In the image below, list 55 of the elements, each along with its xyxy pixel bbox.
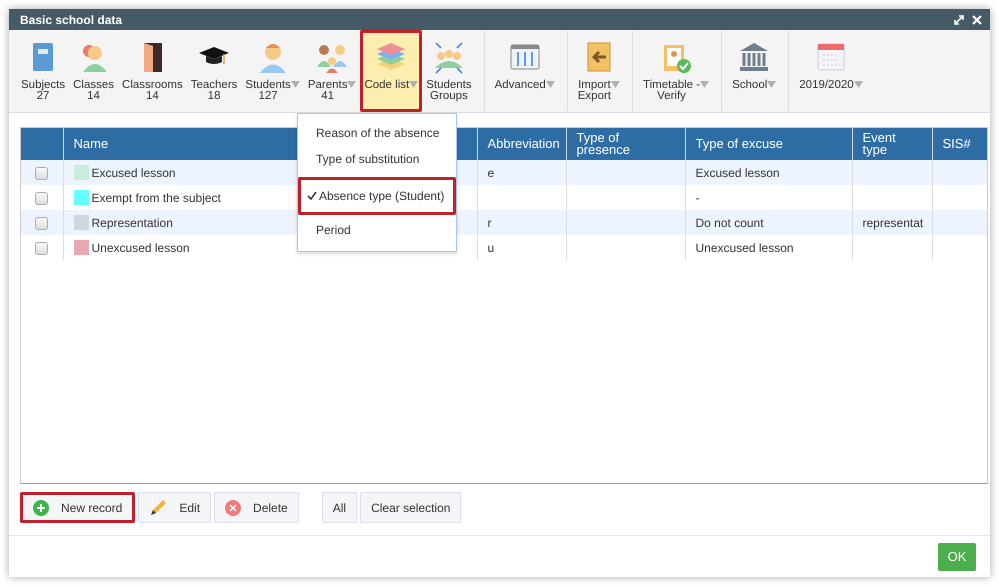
toolbar-button[interactable]: Advanced: [484, 30, 559, 112]
caret-icon: [854, 80, 863, 88]
caret-icon: [700, 80, 710, 88]
table-cell: Excused lesson: [92, 166, 176, 180]
column-header[interactable]: Abbreviation: [477, 128, 566, 160]
row-checkbox[interactable]: [35, 166, 48, 180]
action-button[interactable]: Delete: [214, 492, 299, 523]
add-icon: [33, 500, 49, 516]
row-checkbox[interactable]: [35, 216, 48, 230]
table-cell: Do not count: [696, 216, 764, 230]
menu-item[interactable]: Absence type (Student): [298, 177, 456, 215]
column-header[interactable]: Event type: [852, 128, 932, 160]
delete-icon: [225, 500, 242, 516]
toolbar-button[interactable]: Code list: [360, 30, 422, 112]
pencil-icon: [149, 498, 168, 516]
toolbar-button[interactable]: Classes 14: [69, 30, 118, 112]
toolbar-button[interactable]: 2019/2020: [788, 30, 867, 112]
toolbar-button[interactable]: Import Export: [566, 30, 624, 112]
selection-button[interactable]: Clear selection: [360, 492, 462, 523]
table-cell: u: [488, 240, 494, 254]
table-cell: Unexcused lesson: [92, 240, 190, 254]
check-icon: [307, 191, 317, 201]
caret-icon: [611, 80, 620, 88]
table-cell: representat: [862, 216, 924, 230]
row-checkbox[interactable]: [35, 242, 48, 255]
caret-icon: [290, 80, 300, 88]
table-cell: e: [488, 166, 494, 180]
toolbar-button[interactable]: Timetable - Verify: [632, 30, 714, 112]
toolbar-button[interactable]: Students 127: [241, 30, 304, 112]
table-cell: Unexcused lesson: [696, 240, 794, 254]
toolbar-button[interactable]: Parents 41: [304, 30, 360, 112]
action-button[interactable]: New record: [20, 492, 136, 523]
row-checkbox[interactable]: [35, 192, 48, 205]
toolbar-button[interactable]: Teachers 18: [186, 30, 242, 112]
column-header[interactable]: Type of presence: [566, 128, 685, 160]
toolbar-button[interactable]: Subjects 27: [17, 30, 70, 112]
toolbar-button[interactable]: Students Groups: [422, 30, 476, 112]
toolbar-button[interactable]: School: [721, 30, 780, 112]
caret-icon: [546, 80, 555, 88]
toolbar-button[interactable]: Classrooms 14: [118, 30, 187, 112]
window-title: Basic school data: [20, 12, 124, 26]
column-header[interactable]: Type of excuse: [685, 128, 852, 160]
table-cell: Representation: [92, 216, 173, 230]
expand-icon[interactable]: [954, 14, 964, 24]
table-cell: r: [488, 216, 492, 230]
close-icon[interactable]: [972, 14, 982, 24]
action-button[interactable]: Edit: [138, 492, 212, 523]
caret-icon: [409, 80, 418, 88]
table-cell: Exempt from the subject: [92, 190, 221, 204]
selection-button[interactable]: All: [322, 492, 358, 523]
column-header[interactable]: SIS#: [932, 128, 987, 160]
caret-icon: [347, 80, 356, 88]
table-cell: -: [696, 190, 700, 204]
table-cell: Excused lesson: [696, 166, 780, 180]
caret-icon: [767, 80, 776, 88]
